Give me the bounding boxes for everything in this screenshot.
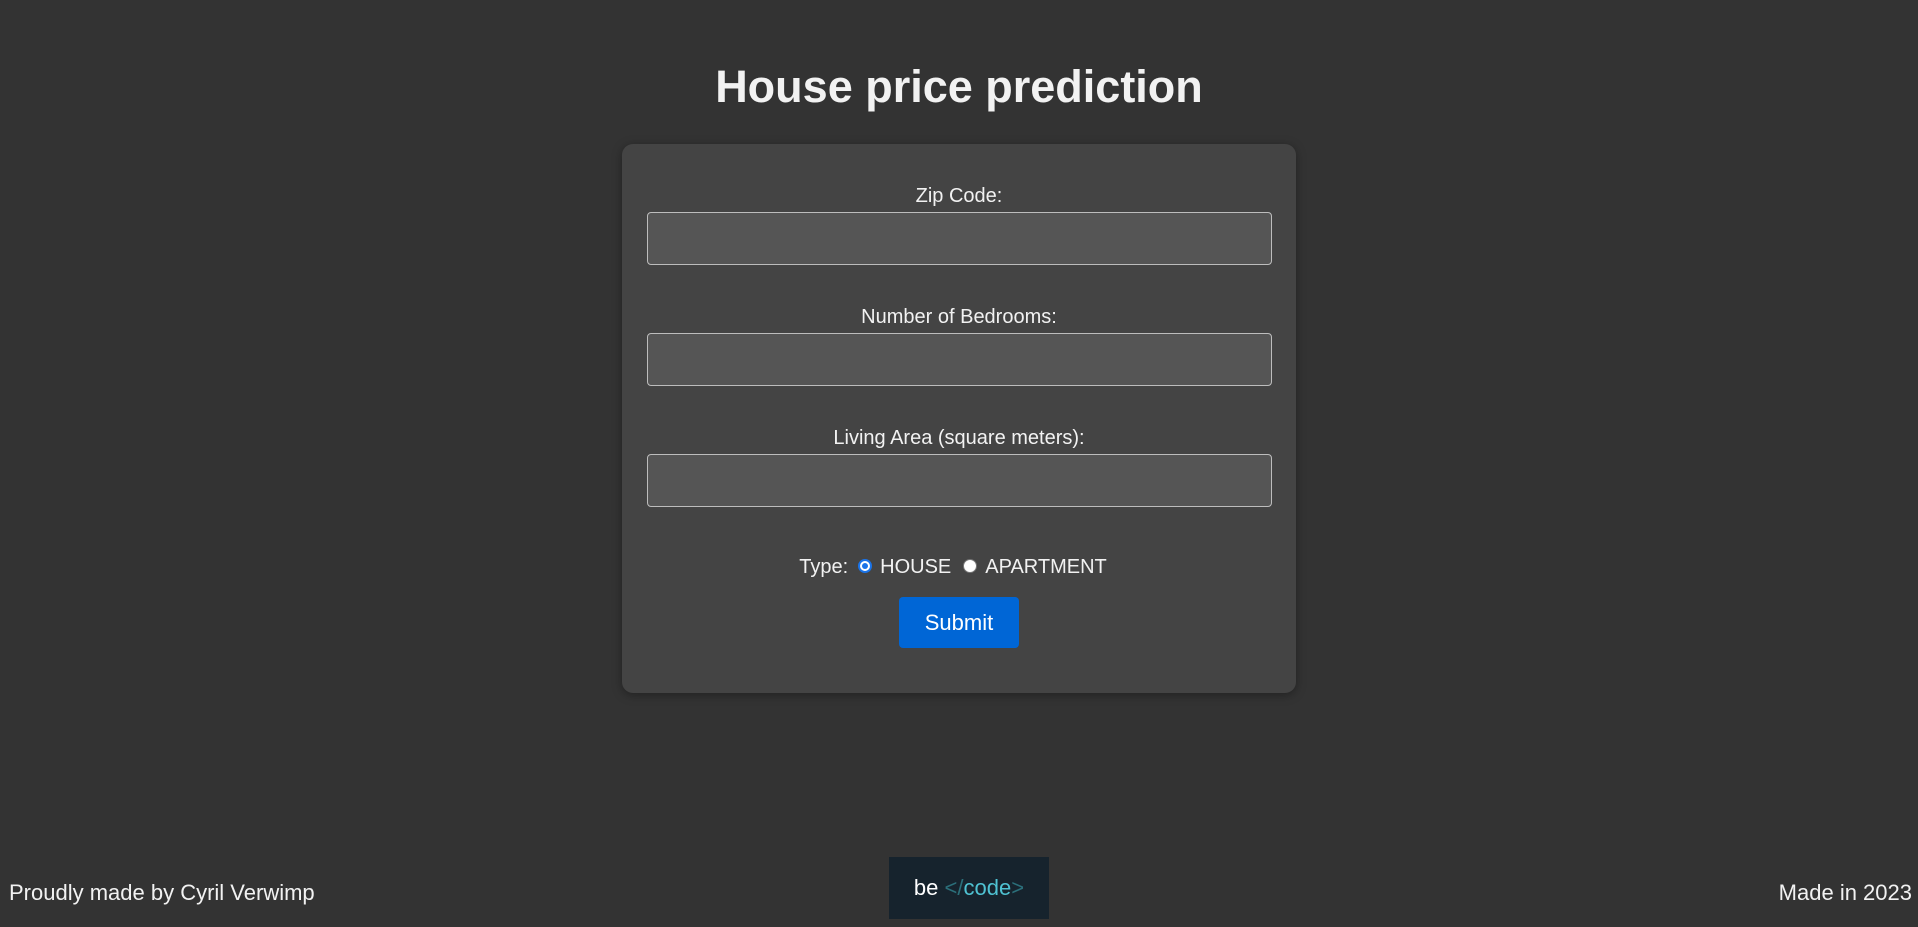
type-apartment-radio[interactable] [963, 559, 978, 573]
bedrooms-label: Number of Bedrooms: [861, 306, 1057, 328]
bedrooms-input[interactable] [647, 333, 1272, 386]
footer-year: Made in 2023 [1778, 880, 1912, 905]
type-house-label[interactable]: HOUSE [880, 556, 951, 579]
living-area-input[interactable] [647, 454, 1272, 507]
logo-close-bracket: > [1011, 875, 1025, 900]
zip-code-label: Zip Code: [915, 185, 1003, 207]
living-area-label: Living Area (square meters): [833, 427, 1085, 449]
logo-open-bracket: </ [944, 875, 964, 900]
logo-code-text: code [963, 875, 1012, 900]
type-house-radio[interactable] [858, 559, 873, 573]
page-title: House price prediction [715, 61, 1203, 112]
type-selector: Type: HOUSE APARTMENT [622, 551, 1296, 583]
type-label: Type: [799, 555, 849, 578]
type-apartment-label[interactable]: APARTMENT [985, 556, 1107, 579]
zip-code-input[interactable] [647, 212, 1272, 265]
page: House price prediction Zip Code: Number … [0, 0, 1918, 927]
footer-credit: Proudly made by Cyril Verwimp [9, 880, 315, 905]
submit-button[interactable]: Submit [899, 597, 1019, 648]
becode-logo: be </code > [889, 857, 1049, 919]
logo-be-text: be [913, 875, 939, 900]
prediction-form: Zip Code: Number of Bedrooms: Living Are… [622, 144, 1296, 693]
